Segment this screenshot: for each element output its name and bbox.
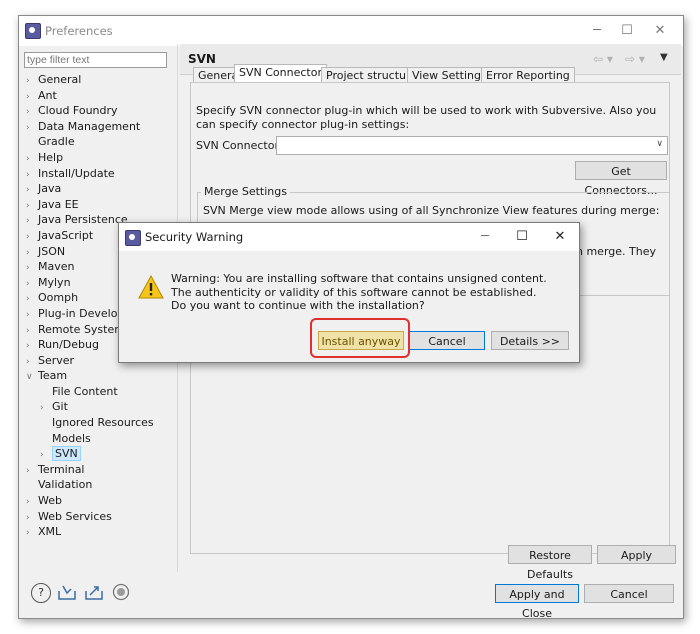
tree-item-label: Maven (38, 260, 75, 274)
tree-item-label: Ignored Resources (52, 416, 154, 430)
dialog-app-icon (125, 230, 141, 246)
restore-defaults-button[interactable]: Restore Defaults (508, 545, 592, 581)
tree-item-label: Java Persistence (38, 213, 128, 227)
tree-item[interactable]: › Web Services (26, 509, 176, 525)
footer-cancel-button[interactable]: Cancel (584, 584, 674, 603)
tree-item-label: JavaScript (38, 228, 94, 242)
tree-item-label: Cloud Foundry (38, 104, 118, 118)
connector-select[interactable]: ∨ (276, 136, 668, 155)
tree-item-label: Validation (38, 478, 93, 492)
tree-item[interactable]: › Java EE (26, 197, 176, 213)
eclipse-app-icon (25, 23, 41, 39)
tree-item[interactable]: › Ant (26, 88, 176, 104)
apply-button[interactable]: Apply (597, 545, 676, 564)
page-title: SVN (188, 52, 216, 66)
window-title: Preferences (45, 24, 113, 38)
tree-item-label: Remote Systems (38, 322, 131, 336)
dialog-title: Security Warning (145, 230, 244, 244)
tree-item[interactable]: › Install/Update (26, 166, 176, 182)
record-icon[interactable] (111, 583, 131, 601)
tree-item[interactable]: › Git (26, 399, 176, 415)
tree-item-label: Web (38, 494, 62, 508)
dialog-minimize-button[interactable]: ─ (474, 227, 496, 247)
merge-settings-title: Merge Settings (201, 185, 290, 198)
tree-item[interactable]: Models (26, 431, 176, 447)
apply-and-close-button[interactable]: Apply and Close (495, 584, 579, 620)
dialog-title-bar: Security Warning ─ ☐ ✕ (119, 223, 579, 251)
filter-input[interactable] (24, 52, 167, 68)
tree-item[interactable]: › Java (26, 181, 176, 197)
tree-item[interactable]: › General (26, 72, 176, 88)
back-icon[interactable]: ⇦ ▾ (593, 52, 613, 66)
tree-item[interactable]: › Data Management (26, 119, 176, 135)
tree-item-label: Web Services (38, 509, 112, 523)
tree-item[interactable]: File Content (26, 384, 176, 400)
merge-text-partial: n merge. They (576, 245, 656, 258)
tree-item-label: General (38, 73, 82, 86)
tree-item-label: Git (52, 400, 68, 414)
chevron-right-icon[interactable]: › (26, 526, 38, 542)
tree-item[interactable]: Gradle (26, 134, 176, 150)
dialog-close-button[interactable]: ✕ (549, 227, 571, 247)
tree-item-label: Mylyn (38, 275, 71, 289)
warning-icon (138, 275, 164, 299)
get-connectors-button[interactable]: Get Connectors... (575, 161, 667, 197)
tree-item-label: XML (38, 525, 62, 539)
maximize-button[interactable]: ☐ (616, 21, 638, 41)
chevron-down-icon[interactable]: ∨ (26, 370, 38, 386)
tree-item[interactable]: Ignored Resources (26, 415, 176, 431)
merge-description: SVN Merge view mode allows using of all … (203, 204, 660, 217)
tree-item-label: Data Management (38, 119, 141, 133)
forward-icon[interactable]: ⇨ ▾ (625, 52, 645, 66)
connector-label: SVN Connector: (196, 139, 283, 152)
import-icon[interactable] (57, 583, 77, 601)
tree-item-label: Oomph (38, 291, 79, 305)
chevron-down-icon: ∨ (656, 139, 663, 149)
dialog-maximize-button[interactable]: ☐ (511, 227, 533, 247)
tree-item-label: File Content (52, 384, 118, 398)
help-icon[interactable]: ? (31, 583, 51, 603)
title-bar: Preferences ─ ☐ ✕ (19, 16, 683, 46)
install-highlight (310, 318, 410, 358)
tree-item[interactable]: › Help (26, 150, 176, 166)
tree-item-label: Java EE (38, 197, 79, 211)
tree-item-label: SVN (52, 446, 81, 462)
connector-description: Specify SVN connector plug-in which will… (196, 104, 657, 131)
tree-item-label: JSON (38, 244, 66, 258)
tree-item[interactable]: › Cloud Foundry (26, 103, 176, 119)
tree-item-label: Team (38, 369, 68, 383)
tree-item-label: Ant (38, 88, 57, 102)
tree-item-label: Gradle (38, 135, 75, 149)
tree-item[interactable]: ∨ Team (26, 368, 176, 384)
tree-item-label: Install/Update (38, 166, 115, 180)
tree-item-label: Models (52, 431, 91, 445)
tree-item-label: Java (38, 182, 62, 196)
tree-item-label: Run/Debug (38, 338, 99, 352)
export-icon[interactable] (84, 583, 104, 601)
tree-item[interactable]: Validation (26, 477, 176, 493)
tree-item[interactable]: › Web (26, 493, 176, 509)
tree-item-label: Server (38, 353, 75, 367)
tree-item[interactable]: › Terminal (26, 462, 176, 478)
warning-message: Warning: You are installing software tha… (171, 272, 547, 312)
minimize-button[interactable]: ─ (586, 21, 608, 41)
close-button[interactable]: ✕ (649, 21, 671, 41)
dialog-cancel-button[interactable]: Cancel (409, 331, 485, 350)
tree-item[interactable]: › XML (26, 524, 176, 540)
tree-item-label: Help (38, 150, 64, 164)
tree-item[interactable]: › SVN (26, 446, 176, 462)
details-button[interactable]: Details >> (491, 331, 569, 350)
view-menu-icon[interactable]: ▼ (660, 52, 668, 63)
tree-item-label: Terminal (38, 462, 85, 476)
